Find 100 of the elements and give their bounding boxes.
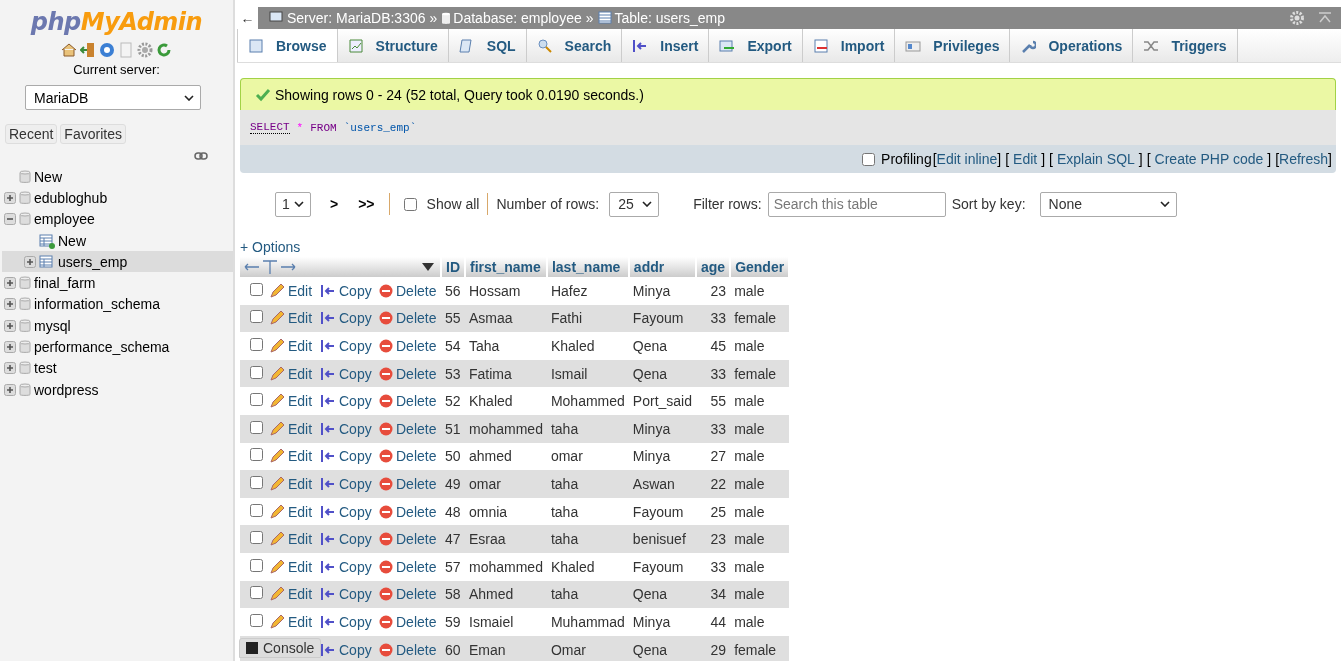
edit-link[interactable]: Edit (269, 282, 313, 299)
column-header[interactable]: Gender (730, 257, 790, 277)
tree-item[interactable]: information_schema (2, 293, 233, 316)
copy-link[interactable]: Copy (320, 503, 372, 520)
edit-link[interactable]: Edit (269, 310, 313, 327)
row-checkbox[interactable] (250, 503, 263, 517)
expander-icon[interactable] (4, 277, 16, 290)
tree-item[interactable]: edubloghub (2, 187, 233, 209)
delete-link[interactable]: Delete (379, 310, 437, 327)
tree-item[interactable]: New (2, 166, 233, 188)
expander-icon[interactable] (4, 383, 16, 396)
last-page-button[interactable]: >> (358, 196, 375, 212)
delete-link[interactable]: Delete (379, 420, 437, 437)
tab[interactable]: Import (802, 29, 896, 62)
next-page-button[interactable]: > (330, 196, 339, 212)
row-checkbox[interactable] (250, 420, 263, 434)
delete-link[interactable]: Delete (379, 393, 437, 410)
copy-link[interactable]: Copy (320, 393, 372, 410)
query-link[interactable]: Refresh (1279, 151, 1329, 167)
column-header[interactable]: age (696, 257, 731, 277)
column-header[interactable]: last_name (546, 257, 629, 277)
tree-item[interactable]: wordpress (2, 378, 233, 401)
edit-link[interactable]: Edit (269, 586, 313, 603)
options-link[interactable]: + Options (240, 239, 301, 255)
copy-link[interactable]: Copy (320, 420, 372, 437)
row-checkbox[interactable] (250, 282, 263, 296)
tree-item[interactable]: performance_schema (2, 336, 233, 358)
edit-link[interactable]: Edit (269, 503, 313, 520)
copy-link[interactable]: Copy (320, 641, 372, 658)
row-checkbox[interactable] (250, 448, 263, 462)
tree-item[interactable]: users_emp (2, 251, 233, 273)
back-button[interactable]: ← (237, 7, 259, 29)
row-checkbox[interactable] (250, 613, 263, 627)
delete-link[interactable]: Delete (379, 531, 437, 548)
expander-icon[interactable] (4, 213, 16, 226)
copy-link[interactable]: Copy (320, 586, 372, 603)
delete-link[interactable]: Delete (379, 365, 437, 382)
sql-token[interactable]: SELECT (250, 121, 290, 134)
page-select[interactable]: 1 (275, 191, 311, 217)
expander-icon[interactable] (24, 255, 36, 268)
tree-item[interactable]: mysql (2, 315, 233, 337)
tab[interactable]: Privileges (895, 29, 1011, 62)
edit-link[interactable]: Edit (269, 365, 313, 382)
tree-item[interactable]: test (2, 357, 233, 379)
column-header[interactable]: ID (441, 257, 465, 277)
edit-link[interactable]: Edit (269, 420, 313, 437)
rows-select[interactable]: 25 (609, 191, 660, 217)
tab[interactable]: Export (709, 29, 803, 62)
delete-link[interactable]: Delete (379, 282, 437, 299)
console-button[interactable]: Console (239, 638, 322, 658)
query-link[interactable]: Edit (1013, 151, 1038, 167)
column-header[interactable]: first_name (465, 257, 547, 277)
copy-link[interactable]: Copy (320, 310, 372, 327)
edit-link[interactable]: Edit (269, 448, 313, 465)
expander-icon[interactable] (4, 341, 16, 353)
row-checkbox[interactable] (250, 475, 263, 489)
delete-link[interactable]: Delete (379, 475, 437, 492)
sort-select[interactable]: None (1039, 191, 1177, 217)
delete-link[interactable]: Delete (379, 558, 437, 575)
sidebar-tab[interactable]: Favorites (60, 124, 126, 144)
tree-item[interactable]: New (2, 229, 233, 252)
copy-link[interactable]: Copy (320, 448, 372, 465)
tree-item[interactable]: employee (2, 208, 233, 230)
row-checkbox[interactable] (250, 558, 263, 572)
row-checkbox[interactable] (250, 365, 263, 379)
sidebar-tab[interactable]: Recent (5, 124, 58, 144)
tab[interactable]: Search (526, 29, 623, 62)
tab[interactable]: SQL (448, 29, 527, 62)
edit-link[interactable]: Edit (269, 393, 313, 410)
breadcrumb-link[interactable]: Table: users_emp (597, 10, 726, 26)
tab[interactable]: Structure (337, 29, 449, 62)
row-checkbox[interactable] (250, 531, 263, 545)
delete-link[interactable]: Delete (379, 338, 437, 354)
query-link[interactable]: Explain SQL (1057, 151, 1135, 167)
column-header[interactable]: addr (628, 257, 696, 277)
expander-icon[interactable] (4, 191, 16, 204)
delete-link[interactable]: Delete (379, 613, 437, 630)
delete-link[interactable]: Delete (379, 586, 437, 603)
expander-icon[interactable] (4, 319, 16, 332)
delete-link[interactable]: Delete (379, 503, 437, 520)
logo[interactable]: phpMyAdmin (0, 0, 233, 36)
copy-link[interactable]: Copy (320, 338, 372, 354)
edit-link[interactable]: Edit (269, 558, 313, 575)
breadcrumb-link[interactable]: Server: MariaDB:3306 (269, 10, 426, 26)
expander-icon[interactable] (4, 298, 16, 311)
edit-link[interactable]: Edit (269, 531, 313, 548)
tab[interactable]: Insert (622, 29, 710, 62)
show-all-checkbox[interactable] (403, 197, 417, 211)
tab[interactable]: Triggers (1133, 29, 1238, 62)
server-select[interactable]: MariaDB (25, 85, 201, 110)
filter-field[interactable]: Search this table (767, 191, 946, 217)
copy-link[interactable]: Copy (320, 282, 372, 299)
edit-link[interactable]: Edit (269, 613, 313, 630)
profiling-checkbox[interactable] (862, 152, 876, 166)
delete-link[interactable]: Delete (379, 448, 437, 465)
expander-icon[interactable] (4, 362, 16, 375)
query-link[interactable]: Create PHP code (1154, 151, 1264, 167)
breadcrumb-link[interactable]: Database: employee (441, 10, 582, 26)
copy-link[interactable]: Copy (320, 475, 372, 492)
row-checkbox[interactable] (250, 586, 263, 600)
